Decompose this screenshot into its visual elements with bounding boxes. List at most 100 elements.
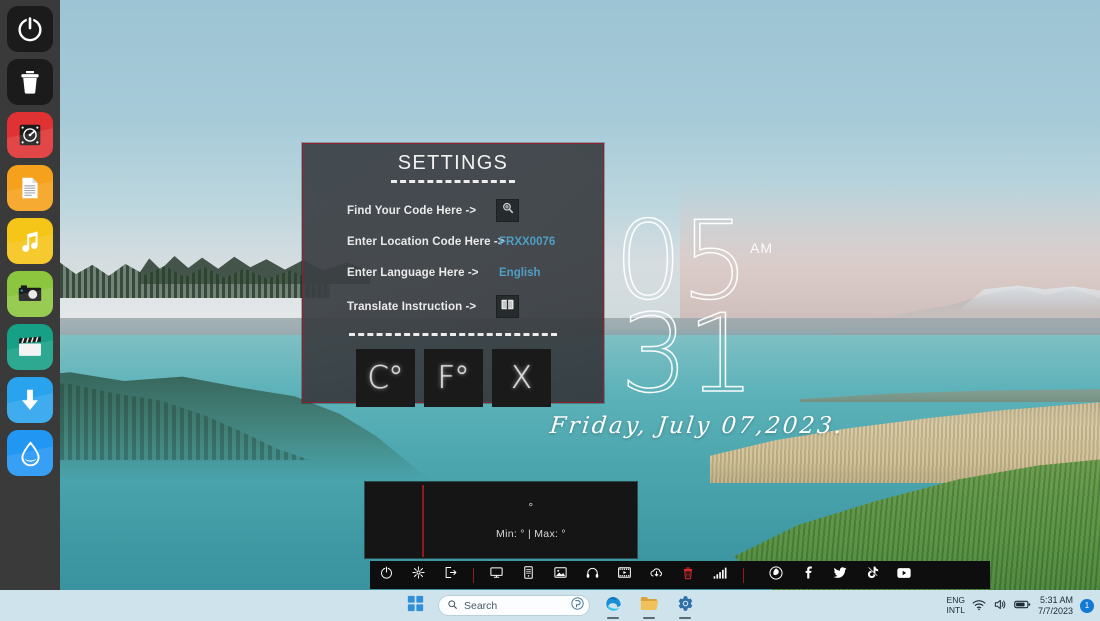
search-box[interactable]: Search (438, 595, 590, 616)
recycle-bin-icon (681, 566, 695, 585)
weather-readout: ° Min: ° | Max: ° (425, 482, 637, 558)
search-input[interactable]: Search (464, 600, 564, 612)
youtube-icon (896, 566, 912, 585)
sidebar-item-rainmeter[interactable] (7, 430, 53, 476)
dock-item-restart[interactable] (402, 561, 434, 589)
weather-widget[interactable]: ° Min: ° | Max: ° (364, 481, 638, 559)
wifi-icon (972, 599, 986, 613)
sidebar-item-documents[interactable] (7, 165, 53, 211)
dock-item-tiktok[interactable] (856, 561, 888, 589)
language-value[interactable]: English (499, 267, 541, 279)
sidebar-item-pictures[interactable] (7, 271, 53, 317)
dock-item-videos[interactable] (608, 561, 640, 589)
book-icon (500, 297, 515, 317)
close-units-button[interactable]: X (492, 349, 551, 407)
settings-row-translate[interactable]: Translate Instruction -> (347, 296, 603, 317)
dock-item-this-pc[interactable] (480, 561, 512, 589)
sidebar-item-power[interactable] (7, 6, 53, 52)
location-code-label: Enter Location Code Here -> (347, 236, 487, 248)
language-label: Enter Language Here -> (347, 267, 487, 279)
hard-disk-icon (17, 122, 43, 148)
weather-divider (422, 485, 424, 557)
sidebar-item-disk[interactable] (7, 112, 53, 158)
fahrenheit-button[interactable]: F° (424, 349, 483, 407)
dock-item-shutdown[interactable] (370, 561, 402, 589)
shutdown-icon (379, 565, 394, 585)
weather-temperature: ° (528, 500, 533, 514)
videos-clapper-icon (16, 333, 44, 361)
battery-icon (1014, 599, 1031, 612)
tray-time: 5:31 AM (1038, 595, 1073, 605)
water-drop-icon (17, 440, 44, 467)
dock-separator-1 (466, 561, 480, 589)
recycle-bin-icon (16, 68, 44, 96)
app-dock (370, 561, 990, 589)
dock-item-youtube[interactable] (888, 561, 920, 589)
tray-wifi-button[interactable] (972, 599, 986, 613)
dock-item-music[interactable] (576, 561, 608, 589)
notification-badge[interactable]: 1 (1080, 599, 1094, 613)
dock-item-network[interactable] (704, 561, 736, 589)
dock-item-logoff[interactable] (434, 561, 466, 589)
file-explorer-icon (639, 594, 659, 618)
tray-language-line2: INTL (947, 606, 965, 615)
clock-meridiem: AM (750, 240, 773, 256)
settings-rows: Find Your Code Here -> Enter Location Co… (303, 200, 603, 317)
sidebar-item-music[interactable] (7, 218, 53, 264)
dock-item-pictures[interactable] (544, 561, 576, 589)
windows-start-icon (407, 595, 424, 617)
taskbar-item-settings[interactable] (672, 593, 698, 619)
sidebar-item-recycle-bin[interactable] (7, 59, 53, 105)
system-tray: ENG INTL (947, 590, 1094, 621)
units-divider (349, 333, 557, 336)
dock-item-browser[interactable] (760, 561, 792, 589)
settings-row-find-code[interactable]: Find Your Code Here -> (347, 200, 603, 221)
pictures-camera-icon (16, 280, 44, 308)
location-code-value[interactable]: FRXX0076 (499, 236, 555, 248)
tray-language-indicator[interactable]: ENG INTL (947, 596, 965, 615)
network-signal-icon (712, 566, 728, 585)
dock-item-twitter[interactable] (824, 561, 856, 589)
dock-item-documents[interactable] (512, 561, 544, 589)
taskbar-item-edge[interactable] (600, 593, 626, 619)
settings-row-language[interactable]: Enter Language Here -> English (347, 262, 603, 283)
downloads-cloud-icon (649, 565, 664, 585)
search-icon (501, 201, 515, 220)
tray-volume-button[interactable] (993, 598, 1007, 613)
videos-icon (617, 565, 632, 585)
sidebar-item-videos[interactable] (7, 324, 53, 370)
settings-row-location-code[interactable]: Enter Location Code Here -> FRXX0076 (347, 231, 603, 252)
translate-icon-button[interactable] (496, 295, 519, 318)
facebook-icon (801, 565, 816, 585)
tray-clock[interactable]: 5:31 AM 7/7/2023 (1038, 595, 1073, 616)
copilot-icon[interactable] (570, 596, 585, 616)
pictures-icon (553, 565, 568, 585)
windows-taskbar: Search (0, 590, 1100, 621)
search-icon (447, 597, 458, 615)
desktop-clock: 05 31 AM (614, 216, 753, 402)
dock-item-downloads[interactable] (640, 561, 672, 589)
taskbar-item-file-explorer[interactable] (636, 593, 662, 619)
weather-min-max: Min: ° | Max: ° (496, 528, 566, 540)
dock-item-recycle-bin[interactable] (672, 561, 704, 589)
translate-label: Translate Instruction -> (347, 301, 487, 313)
music-icon (17, 228, 43, 254)
taskbar-center-group: Search (402, 590, 698, 621)
power-icon (15, 14, 45, 44)
documents-icon (17, 175, 43, 201)
left-sidebar-dock (0, 0, 60, 621)
dock-separator-2 (736, 561, 750, 589)
tray-battery-button[interactable] (1014, 599, 1031, 612)
dock-item-facebook[interactable] (792, 561, 824, 589)
settings-gear-icon (676, 594, 695, 618)
unit-buttons-row: C° F° X (303, 349, 603, 407)
restart-icon (411, 565, 426, 585)
documents-icon (521, 565, 536, 585)
start-button[interactable] (402, 593, 428, 619)
celsius-button[interactable]: C° (356, 349, 415, 407)
sidebar-item-downloads[interactable] (7, 377, 53, 423)
title-divider (391, 180, 515, 183)
twitter-icon (832, 565, 848, 586)
logoff-icon (443, 565, 458, 585)
search-icon-button[interactable] (496, 199, 519, 222)
